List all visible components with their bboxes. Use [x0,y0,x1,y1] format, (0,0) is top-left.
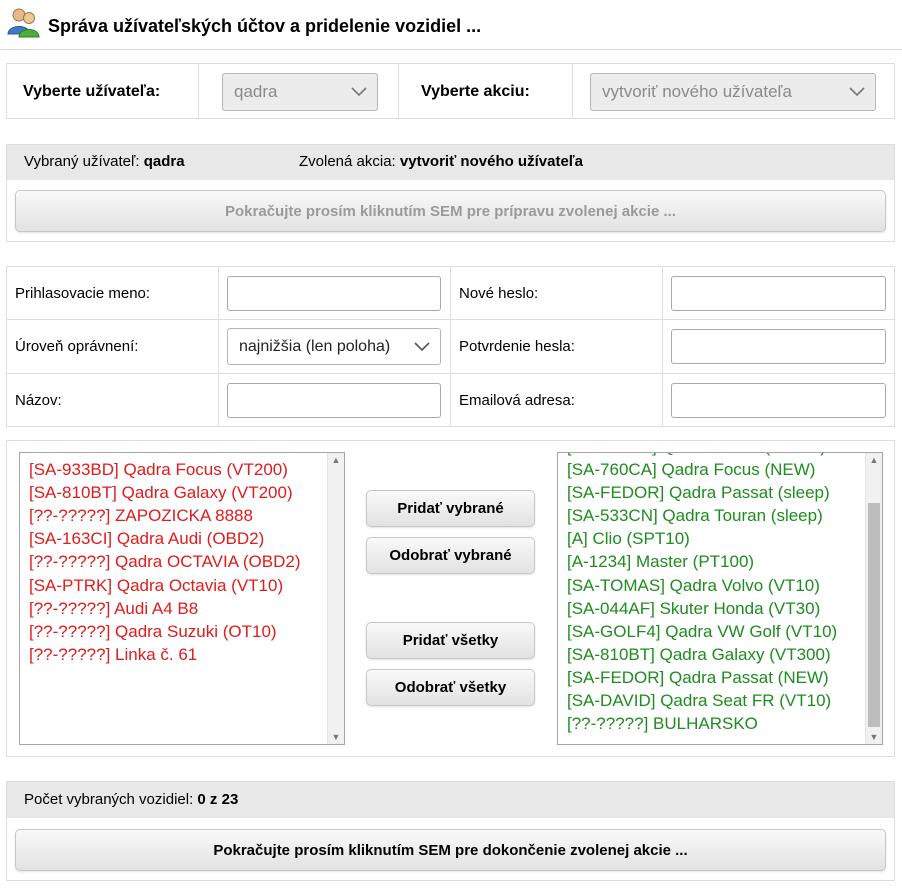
email-input[interactable] [671,383,886,418]
add-selected-button[interactable]: Pridať vybrané [366,490,535,527]
list-item[interactable]: [??-?????] Audi A4 B8 [29,597,198,620]
chosen-action-value: vytvoriť nového užívateľa [399,153,583,170]
list-item[interactable]: [SA-044AF] Skuter Honda (VT30) [567,597,820,620]
list-item[interactable]: [SA-TOMAS] Qadra Volvo (VT10) [567,574,820,597]
chevron-down-icon [849,87,865,97]
email-label: Emailová adresa: [459,392,575,409]
list-item[interactable]: [A] Clio (SPT10) [567,527,690,550]
form-divider [662,267,663,426]
chosen-action-label: Zvolená akcia: [299,153,396,170]
new-password-label: Nové heslo: [459,285,539,302]
list-item[interactable]: [SA-810BT] Qadra Galaxy (VT200) [29,481,293,504]
form-row-divider [7,319,894,320]
assigned-scrollbar[interactable]: ▲ ▼ [865,453,882,744]
action-select-label: Vyberte akciu: [421,83,530,100]
chevron-down-icon [351,87,367,97]
list-item[interactable]: [??-?????] Qadra Suzuki (OT10) [29,620,277,643]
chosen-action-text: Zvolená akcia: vytvoriť nového užívateľa [299,153,583,170]
user-select-value: qadra [234,82,278,101]
password-confirm-input[interactable] [671,329,886,364]
scroll-down-icon[interactable]: ▼ [328,730,344,744]
login-label: Prihlasovacie meno: [15,285,151,302]
finish-action-button[interactable]: Pokračujte prosím kliknutím SEM pre doko… [15,829,886,871]
list-item[interactable]: [SA-533CN] Qadra Touran (sleep) [567,504,823,527]
new-password-input[interactable] [671,276,886,311]
list-item[interactable]: [SA-760CA] Qadra Focus (NEW) [567,458,815,481]
form-row-divider [7,373,894,374]
action-select-value: vytvoriť nového užívateľa [602,82,792,101]
chevron-down-icon [414,342,430,352]
access-level-select[interactable]: najnižšia (len poloha) [227,328,441,365]
scroll-up-icon[interactable]: ▲ [866,453,882,467]
access-level-value: najnižšia (len poloha) [239,338,391,355]
form-divider [450,267,451,426]
access-level-label: Úroveň oprávnení: [15,338,139,355]
prepare-action-button[interactable]: Pokračujte prosím kliknutím SEM pre príp… [15,190,886,232]
name-label: Názov: [15,392,62,409]
list-item[interactable]: [SA-163CI] Qadra Audi (OBD2) [29,527,264,550]
selected-user-text: Vybraný užívateľ: qadra [24,153,185,170]
user-select[interactable]: qadra [222,73,378,111]
remove-all-button[interactable]: Odobrať všetky [366,669,535,706]
selected-user-label: Vybraný užívateľ: [24,153,140,170]
list-item[interactable]: [SA-DAVID] Qadra Seat FR (VT10) [567,689,831,712]
assigned-vehicles-list[interactable]: [SA-???BD] Qadra Focus (VT200)[SA-760CA]… [557,452,883,745]
list-item[interactable]: [??-?????] Qadra OCTAVIA (OBD2) [29,550,301,573]
vehicle-count-value: 0 z 23 [197,791,239,808]
name-input[interactable] [227,383,441,418]
add-all-button[interactable]: Pridať všetky [366,622,535,659]
scroll-thumb[interactable] [868,503,880,727]
users-icon [6,6,40,38]
header-divider [0,49,902,50]
selection-divider [572,64,573,118]
available-scrollbar[interactable]: ▲ ▼ [327,453,344,744]
page-title: Správa užívateľských účtov a pridelenie … [48,16,482,36]
list-item[interactable]: [??-?????] BULHARSKO [567,712,758,735]
list-item[interactable]: [SA-GOLF4] Qadra VW Golf (VT10) [567,620,837,643]
list-item[interactable]: [SA-FEDOR] Qadra Passat (NEW) [567,666,829,689]
selected-user-value: qadra [143,153,185,170]
list-item[interactable]: [SA-933BD] Qadra Focus (VT200) [29,458,288,481]
action-select[interactable]: vytvoriť nového užívateľa [590,73,876,111]
form-divider [218,267,219,426]
list-item[interactable]: [A-1234] Master (PT100) [567,550,754,573]
scroll-up-icon[interactable]: ▲ [328,453,344,467]
user-select-label: Vyberte užívateľa: [23,83,161,100]
scroll-down-icon[interactable]: ▼ [866,730,882,744]
selection-divider [398,64,399,118]
list-item[interactable]: [SA-810BT] Qadra Galaxy (VT300) [567,643,831,666]
password-confirm-label: Potvrdenie hesla: [459,338,575,355]
vehicle-count-label: Počet vybraných vozidiel: [24,791,194,808]
list-item[interactable]: [SA-PTRK] Qadra Octavia (VT10) [29,574,283,597]
login-input[interactable] [227,276,441,311]
list-item[interactable]: [SA-FEDOR] Qadra Passat (sleep) [567,481,830,504]
list-item[interactable]: [??-?????] ZAPOZICKA 8888 [29,504,253,527]
available-vehicles-list[interactable]: [SA-933BD] Qadra Focus (VT200) [SA-810BT]… [19,452,345,745]
vehicle-count-text: Počet vybraných vozidiel: 0 z 23 [24,791,238,808]
list-item[interactable]: [??-?????] Linka č. 61 [29,643,197,666]
selection-divider [198,64,199,118]
remove-selected-button[interactable]: Odobrať vybrané [366,537,535,574]
